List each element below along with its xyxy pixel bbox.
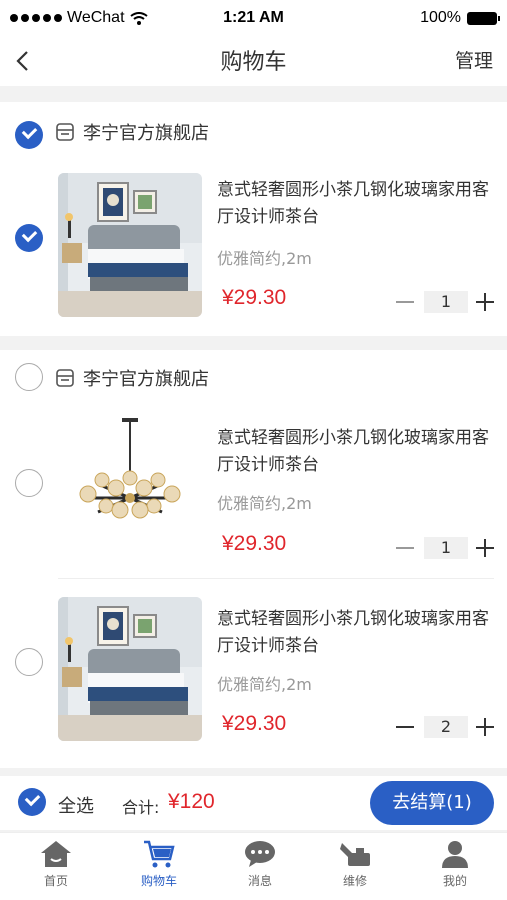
product-price: ¥29.30 (222, 532, 287, 555)
tab-label: 购物车 (140, 874, 177, 888)
store-card: 李宁官方旗舰店 意式轻奢圆形小茶几钢化玻璃家用客厅设计师茶台 优雅简约,2m ¥… (0, 102, 507, 336)
store-header[interactable]: 李宁官方旗舰店 (55, 119, 209, 145)
store-header[interactable]: 李宁官方旗舰店 (55, 365, 209, 391)
increase-button[interactable] (476, 539, 494, 557)
product-price: ¥29.30 (222, 712, 287, 735)
item-checkbox[interactable] (15, 469, 43, 497)
tab-label: 首页 (43, 874, 68, 888)
decrease-button[interactable] (396, 726, 414, 728)
quantity-stepper: 1 (396, 291, 494, 313)
product-price: ¥29.30 (222, 286, 287, 309)
person-icon (442, 841, 468, 868)
quantity-stepper: 2 (396, 716, 494, 738)
home-icon (41, 841, 71, 867)
decrease-button[interactable] (396, 301, 414, 303)
product-title[interactable]: 意式轻奢圆形小茶几钢化玻璃家用客厅设计师茶台 (217, 606, 492, 660)
store-name: 李宁官方旗舰店 (83, 369, 209, 390)
quantity-value[interactable]: 1 (424, 291, 468, 313)
status-right: 100% (420, 9, 500, 27)
quantity-stepper: 1 (396, 537, 494, 559)
cart-icon (144, 840, 175, 868)
tab-profile[interactable]: 我的 (420, 839, 490, 889)
product-image[interactable] (58, 173, 202, 317)
tab-label: 维修 (342, 874, 367, 888)
tab-bar: 首页 购物车 消息 维修 我的 (0, 832, 507, 900)
chat-icon (245, 841, 275, 867)
manage-button[interactable]: 管理 (455, 46, 493, 73)
nav-bar: 购物车 管理 (0, 36, 507, 86)
select-all-checkbox[interactable] (18, 788, 46, 816)
tab-home[interactable]: 首页 (21, 839, 91, 889)
store-icon (56, 369, 74, 387)
battery-icon (467, 11, 500, 25)
tab-repair[interactable]: 维修 (320, 839, 390, 889)
decrease-button[interactable] (396, 547, 414, 549)
total-label: 合计: (122, 798, 160, 817)
quantity-value[interactable]: 2 (424, 716, 468, 738)
select-all-label[interactable]: 全选 (58, 792, 94, 818)
store-name: 李宁官方旗舰店 (83, 123, 209, 144)
product-title[interactable]: 意式轻奢圆形小茶几钢化玻璃家用客厅设计师茶台 (217, 177, 492, 231)
store-icon (56, 123, 74, 141)
store-checkbox[interactable] (15, 363, 43, 391)
tab-label: 消息 (247, 874, 272, 888)
tab-label: 我的 (442, 874, 467, 888)
product-spec: 优雅简约,2m (217, 494, 312, 513)
item-checkbox[interactable] (15, 648, 43, 676)
product-title[interactable]: 意式轻奢圆形小茶几钢化玻璃家用客厅设计师茶台 (217, 425, 492, 479)
item-checkbox[interactable] (15, 224, 43, 252)
store-checkbox[interactable] (15, 121, 43, 149)
product-spec: 优雅简约,2m (217, 675, 312, 694)
item-divider (58, 578, 494, 579)
product-image[interactable] (58, 597, 202, 741)
checkout-button[interactable]: 去结算(1) (370, 781, 494, 825)
product-spec: 优雅简约,2m (217, 249, 312, 268)
increase-button[interactable] (476, 293, 494, 311)
product-image[interactable] (58, 418, 202, 562)
battery-label: 100% (420, 9, 461, 26)
increase-button[interactable] (476, 718, 494, 736)
checkout-bar: 全选 合计: ¥120 去结算(1) (0, 776, 507, 830)
tab-cart[interactable]: 购物车 (124, 839, 194, 889)
page-title: 购物车 (220, 50, 287, 75)
repair-icon (340, 843, 370, 866)
tab-messages[interactable]: 消息 (225, 839, 295, 889)
status-bar: WeChat 1:21 AM 100% (0, 0, 507, 36)
total-value: ¥120 (168, 790, 215, 813)
quantity-value[interactable]: 1 (424, 537, 468, 559)
store-card: 李宁官方旗舰店 意式轻奢圆形小茶几钢化玻璃家用客厅设计师茶台 优雅简约,2m ¥… (0, 350, 507, 768)
